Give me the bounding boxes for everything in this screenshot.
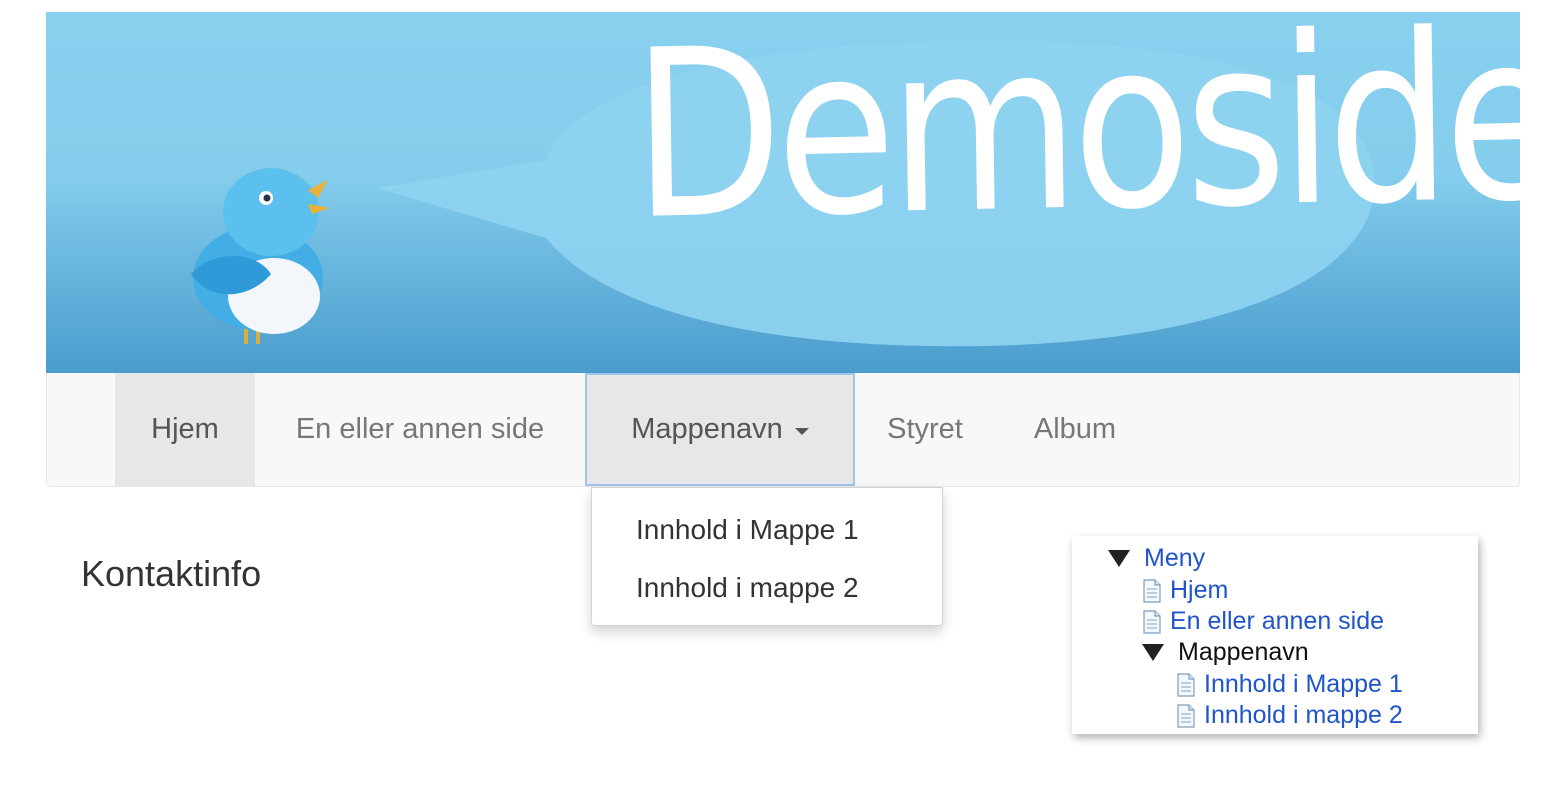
- tree-item-innhold-i-mappe-2[interactable]: Innhold i mappe 2: [1176, 701, 1403, 730]
- caret-down-icon: [794, 428, 809, 435]
- tree-folder-label: Mappenavn: [1178, 638, 1309, 666]
- tree-folder-mappenavn[interactable]: Mappenavn: [1142, 638, 1309, 667]
- page-icon: [1177, 703, 1195, 728]
- tree-root-meny[interactable]: Meny: [1108, 544, 1205, 573]
- dropdown-item-innhold-i-mappe-1[interactable]: Innhold i Mappe 1: [636, 514, 859, 546]
- main-navbar: Hjem En eller annen side Mappenavn Styre…: [46, 373, 1520, 487]
- mappenavn-dropdown-menu: Innhold i Mappe 1 Innhold i mappe 2: [591, 487, 943, 626]
- page-icon: [1177, 672, 1195, 697]
- dropdown-item-innhold-i-mappe-2[interactable]: Innhold i mappe 2: [636, 572, 859, 604]
- nav-item-hjem[interactable]: Hjem: [115, 373, 255, 486]
- nav-item-label: Album: [1033, 413, 1117, 445]
- nav-item-label: Mappenavn: [631, 413, 783, 445]
- nav-item-album[interactable]: Album: [995, 373, 1155, 486]
- expanded-triangle-icon: [1142, 644, 1164, 661]
- expanded-triangle-icon: [1108, 550, 1130, 567]
- page-icon: [1143, 578, 1161, 603]
- tree-root-label[interactable]: Meny: [1144, 544, 1205, 573]
- menu-tree-panel: Meny Hjem En eller annen side Mappenavn: [1072, 536, 1478, 734]
- page-icon: [1143, 609, 1161, 634]
- nav-item-label: Hjem: [151, 413, 219, 445]
- nav-item-label: En eller annen side: [295, 413, 545, 445]
- tree-item-label[interactable]: Innhold i Mappe 1: [1204, 670, 1403, 699]
- bird-logo-icon: [191, 168, 330, 344]
- tree-item-label[interactable]: Innhold i mappe 2: [1204, 701, 1403, 730]
- header-banner: Demoside: [46, 12, 1520, 373]
- tree-item-label[interactable]: En eller annen side: [1170, 607, 1384, 636]
- tree-item-hjem[interactable]: Hjem: [1142, 576, 1228, 605]
- tree-item-label[interactable]: Hjem: [1170, 576, 1228, 605]
- nav-item-mappenavn-dropdown[interactable]: Mappenavn: [585, 373, 855, 486]
- page-heading: Kontaktinfo: [81, 553, 262, 594]
- site-title: Demoside: [630, 12, 1520, 271]
- tree-item-en-eller-annen-side[interactable]: En eller annen side: [1142, 607, 1384, 636]
- nav-item-styret[interactable]: Styret: [855, 373, 995, 486]
- nav-item-en-eller-annen-side[interactable]: En eller annen side: [255, 373, 585, 486]
- nav-item-label: Styret: [887, 413, 963, 445]
- tree-item-innhold-i-mappe-1[interactable]: Innhold i Mappe 1: [1176, 670, 1403, 699]
